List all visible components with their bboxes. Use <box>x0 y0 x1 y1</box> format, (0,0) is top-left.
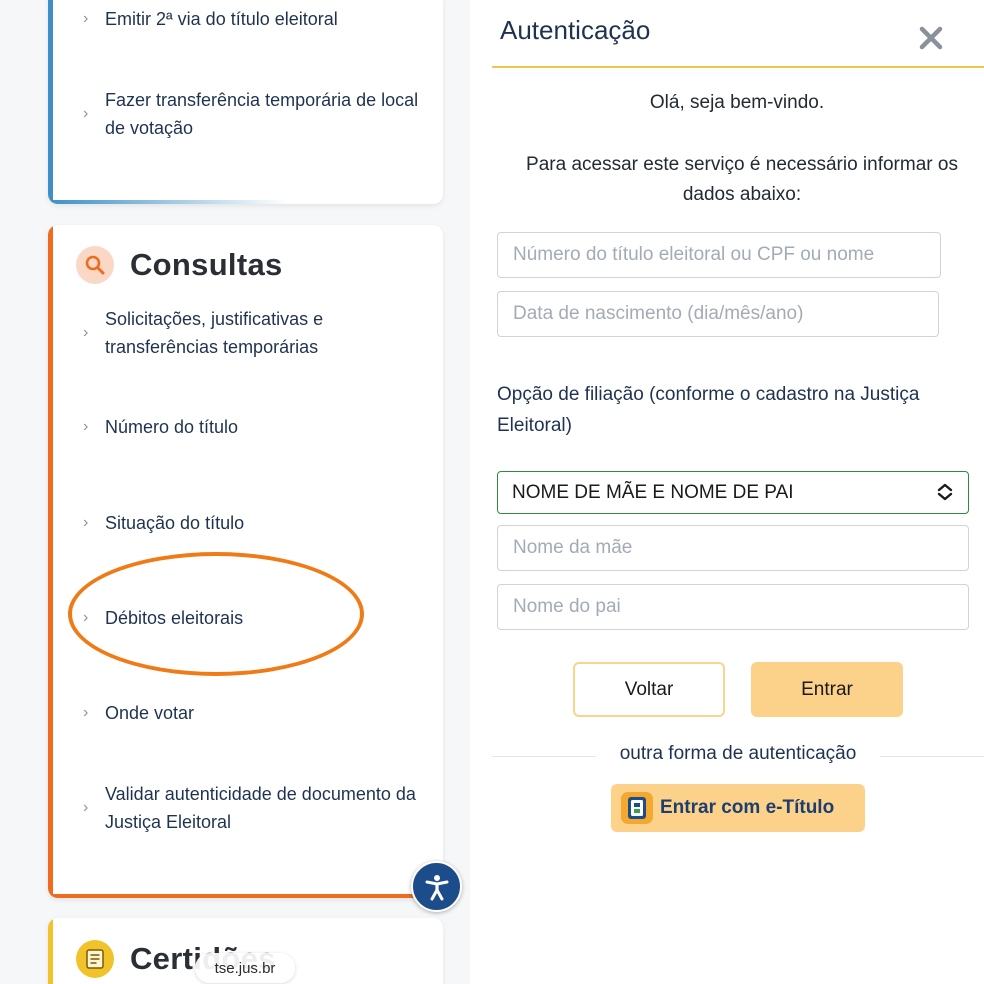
enter-button[interactable]: Entrar <box>751 662 903 717</box>
chevron-right-icon: › <box>83 514 89 531</box>
browser-url-bar[interactable]: tse.jus.br <box>195 953 295 983</box>
divider-line <box>492 756 596 757</box>
filiacao-selected-value: NOME DE MÃE E NOME DE PAI <box>512 481 794 503</box>
modal-title-divider <box>492 66 984 68</box>
card-accent-bar <box>48 0 53 204</box>
search-icon <box>76 246 114 284</box>
titulo-cpf-nome-input[interactable] <box>497 232 941 278</box>
menu-item-validar-documento[interactable]: › Validar autenticidade de documento da … <box>83 780 425 836</box>
chevron-right-icon: › <box>83 105 89 122</box>
menu-item-emitir-2a-via[interactable]: › Emitir 2ª via do título eleitoral <box>83 5 425 33</box>
father-name-input[interactable] <box>497 584 969 630</box>
card-accent-underline <box>48 894 443 898</box>
birth-date-input[interactable] <box>497 291 939 337</box>
authentication-modal: Autenticação Olá, seja bem-vindo. Para a… <box>490 0 984 984</box>
select-arrows-icon <box>937 483 953 501</box>
document-icon <box>76 940 114 978</box>
services-card-previous: › Emitir 2ª via do título eleitoral › Fa… <box>48 0 443 204</box>
menu-item-label: Fazer transferência temporária de local … <box>105 90 419 138</box>
card-accent-underline <box>48 200 288 204</box>
consultas-header: Consultas <box>76 246 283 284</box>
menu-item-label: Situação do título <box>105 513 245 533</box>
card-accent-bar <box>48 225 53 898</box>
highlight-circle-annotation <box>68 552 364 676</box>
menu-item-onde-votar[interactable]: › Onde votar <box>83 699 425 727</box>
menu-item-label: Validar autenticidade de documento da Ju… <box>105 784 416 832</box>
menu-item-numero-titulo[interactable]: › Número do título <box>83 413 425 441</box>
menu-item-transferencia-temporaria[interactable]: › Fazer transferência temporária de loca… <box>83 86 425 142</box>
accessibility-icon[interactable] <box>411 861 462 912</box>
etitulo-login-button[interactable]: Entrar com e-Título <box>611 784 865 832</box>
menu-item-label: Número do título <box>105 417 239 437</box>
other-auth-text: outra forma de autenticação <box>619 743 857 764</box>
section-title: Consultas <box>130 247 283 282</box>
chevron-right-icon: › <box>83 324 89 341</box>
chevron-right-icon: › <box>83 418 89 435</box>
mother-name-input[interactable] <box>497 525 969 571</box>
chevron-right-icon: › <box>83 704 89 721</box>
instructions-text: Para acessar este serviço é necessário i… <box>526 154 958 205</box>
back-button[interactable]: Voltar <box>573 662 725 717</box>
filiacao-select[interactable]: NOME DE MÃE E NOME DE PAI <box>497 471 969 514</box>
chevron-right-icon: › <box>83 10 89 27</box>
menu-item-label: Solicitações, justificativas e transferê… <box>105 309 324 357</box>
close-icon <box>919 26 943 50</box>
card-accent-bar <box>48 918 53 984</box>
greeting-text: Olá, seja bem-vindo. <box>649 92 825 113</box>
etitulo-logo-icon <box>621 792 653 824</box>
etitulo-button-label: Entrar com e-Título <box>660 797 835 818</box>
modal-title: Autenticação <box>500 15 651 45</box>
divider-line <box>880 756 984 757</box>
filiacao-label: Opção de filiação (conforme o cadastro n… <box>497 384 920 436</box>
menu-item-label: Emitir 2ª via do título eleitoral <box>105 9 338 29</box>
services-menu-panel: › Emitir 2ª via do título eleitoral › Fa… <box>0 0 470 984</box>
menu-item-situacao-titulo[interactable]: › Situação do título <box>83 509 425 537</box>
menu-item-label: Onde votar <box>105 703 195 723</box>
close-button[interactable] <box>915 22 947 54</box>
url-text: tse.jus.br <box>214 959 276 977</box>
chevron-right-icon: › <box>83 799 89 816</box>
menu-item-solicitacoes[interactable]: › Solicitações, justificativas e transfe… <box>83 305 425 361</box>
